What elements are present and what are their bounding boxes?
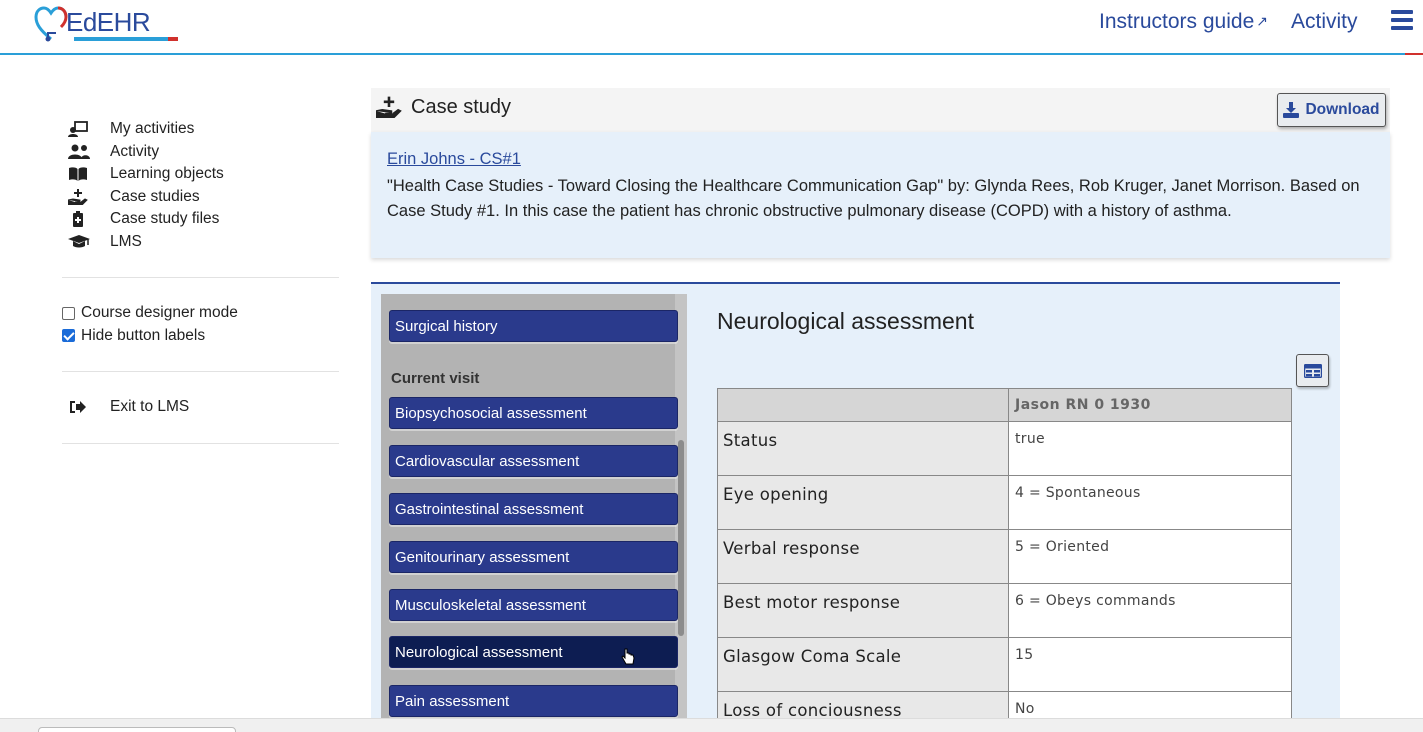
table-header-empty <box>717 388 1009 422</box>
row-label: Glasgow Coma Scale <box>717 637 1009 692</box>
hide-button-labels-toggle[interactable]: Hide button labels <box>62 325 339 348</box>
exit-to-lms-link[interactable]: Exit to LMS <box>62 396 339 419</box>
sidebar-item-my-activities[interactable]: My activities <box>62 118 339 141</box>
nav-pain[interactable]: Pain assessment <box>389 685 678 717</box>
hand-plus-icon <box>375 96 402 123</box>
hide-labels-label: Hide button labels <box>81 326 206 344</box>
sidebar-item-learning-objects[interactable]: Learning objects <box>62 163 339 186</box>
row-value: 4 = Spontaneous <box>1008 475 1292 530</box>
clipboard-icon <box>62 211 110 228</box>
course-designer-mode-toggle[interactable]: Course designer mode <box>62 302 339 325</box>
row-value: 5 = Oriented <box>1008 529 1292 584</box>
nav-biopsychosocial[interactable]: Biopsychosocial assessment <box>389 397 678 429</box>
sidebar-divider <box>62 277 339 278</box>
sign-out-icon <box>62 400 110 414</box>
row-label: Best motor response <box>717 583 1009 638</box>
download-label: Download <box>1305 101 1380 118</box>
sidebar-item-case-study-files[interactable]: Case study files <box>62 208 339 231</box>
assessment-table: Jason RN 0 1930 Status true Eye opening … <box>717 388 1292 722</box>
ehr-panel: Surgical history Current visit Biopsycho… <box>371 282 1340 722</box>
table-row: Verbal response 5 = Oriented <box>717 529 1292 584</box>
sidebar-item-label: Activity <box>110 142 160 160</box>
graduation-cap-icon <box>62 234 110 250</box>
nav-genitourinary[interactable]: Genitourinary assessment <box>389 541 678 573</box>
course-designer-label: Course designer mode <box>81 304 238 322</box>
table-header-row: Jason RN 0 1930 <box>717 388 1292 422</box>
bottom-tab[interactable] <box>38 727 236 732</box>
download-button[interactable]: Download <box>1277 93 1386 127</box>
download-icon <box>1283 102 1300 118</box>
logo-underline <box>74 37 178 41</box>
case-study-title: Case study <box>411 96 512 118</box>
external-link-icon: ↗ <box>1256 13 1268 29</box>
ehr-content: Neurological assessment Jason RN 0 1930 … <box>701 284 1340 722</box>
sidebar-item-label: Case studies <box>110 187 200 205</box>
header-accent <box>1405 53 1423 55</box>
table-column-header: Jason RN 0 1930 <box>1008 388 1292 422</box>
assessment-title: Neurological assessment <box>717 308 974 334</box>
bottom-bar <box>0 718 1423 732</box>
table-row: Status true <box>717 421 1292 476</box>
sidebar-item-lms[interactable]: LMS <box>62 231 339 254</box>
table-row: Glasgow Coma Scale 15 <box>717 637 1292 692</box>
pointer-cursor-icon <box>621 648 635 665</box>
heart-logo-icon <box>34 6 68 42</box>
sidebar: My activities Activity Learning objects … <box>62 118 339 444</box>
nav-section-current-visit: Current visit <box>391 370 480 387</box>
ehr-navigation: Surgical history Current visit Biopsycho… <box>381 294 687 722</box>
edehr-logo[interactable]: EdEHR <box>34 4 178 44</box>
table-row: Best motor response 6 = Obeys commands <box>717 583 1292 638</box>
hand-plus-icon <box>62 188 110 205</box>
case-study-header: Case study Download <box>371 88 1390 132</box>
sidebar-divider <box>62 371 339 372</box>
table-row: Eye opening 4 = Spontaneous <box>717 475 1292 530</box>
instructors-guide-label: Instructors guide <box>1099 10 1255 33</box>
row-value: true <box>1008 421 1292 476</box>
sidebar-item-label: Case study files <box>110 210 220 228</box>
nav-musculoskeletal[interactable]: Musculoskeletal assessment <box>389 589 678 621</box>
row-label: Status <box>717 421 1009 476</box>
activity-nav-link[interactable]: Activity <box>1291 10 1358 34</box>
nav-gastrointestinal[interactable]: Gastrointestinal assessment <box>389 493 678 525</box>
case-study-link[interactable]: Erin Johns - CS#1 <box>387 150 1374 169</box>
case-study-description: "Health Case Studies - Toward Closing th… <box>387 177 1360 220</box>
sidebar-divider <box>62 442 339 444</box>
case-study-body: Erin Johns - CS#1 "Health Case Studies -… <box>371 132 1390 258</box>
table-icon <box>1303 363 1322 378</box>
table-view-button[interactable] <box>1296 354 1329 387</box>
instructors-guide-link[interactable]: Instructors guide ↗ <box>1099 10 1268 34</box>
scrollbar-thumb[interactable] <box>678 440 684 636</box>
activities-icon <box>62 121 110 138</box>
nav-surgical-history[interactable]: Surgical history <box>389 310 678 342</box>
hide-labels-checkbox[interactable] <box>62 329 75 343</box>
users-icon <box>62 144 110 160</box>
sidebar-item-label: My activities <box>110 120 195 138</box>
row-label: Verbal response <box>717 529 1009 584</box>
sidebar-item-label: Learning objects <box>110 165 224 183</box>
row-value: 6 = Obeys commands <box>1008 583 1292 638</box>
row-label: Eye opening <box>717 475 1009 530</box>
course-designer-checkbox[interactable] <box>62 306 75 320</box>
book-icon <box>62 166 110 182</box>
row-value: 15 <box>1008 637 1292 692</box>
logo-text: EdEHR <box>66 6 151 37</box>
top-navbar: EdEHR Instructors guide ↗ Activity <box>0 0 1423 55</box>
hamburger-menu-icon[interactable] <box>1391 10 1413 30</box>
sidebar-item-case-studies[interactable]: Case studies <box>62 186 339 209</box>
sidebar-item-label: LMS <box>110 232 142 250</box>
exit-to-lms-label: Exit to LMS <box>110 398 190 416</box>
sidebar-item-activity[interactable]: Activity <box>62 141 339 164</box>
nav-cardiovascular[interactable]: Cardiovascular assessment <box>389 445 678 477</box>
